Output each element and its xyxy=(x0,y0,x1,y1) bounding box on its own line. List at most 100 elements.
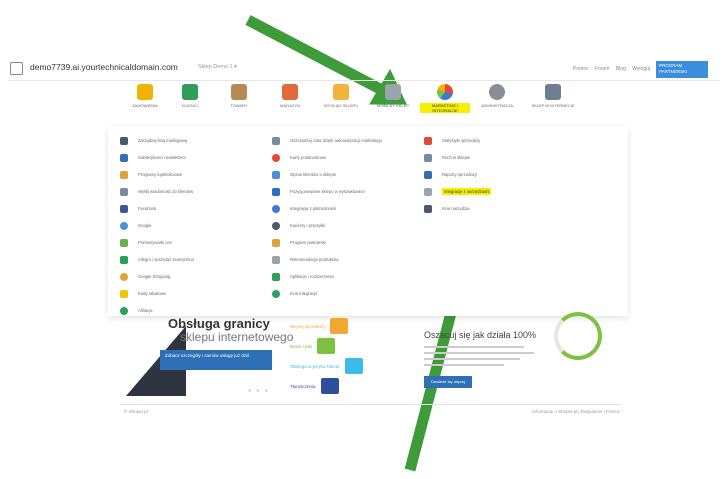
top-bar: demo7739.ai.yourtechnicaldomain.com Skle… xyxy=(8,58,720,81)
menu-item-icon xyxy=(272,238,280,247)
menu-item-icon xyxy=(272,255,280,264)
promo-button[interactable]: Dowiedz się więcej xyxy=(424,376,472,388)
menu-item[interactable]: Kody rabatowe xyxy=(120,285,270,302)
menu-item[interactable]: Aplikacje i rozszerzenia xyxy=(272,268,422,285)
partner-program-button[interactable]: PROGRAM PARTNERSKI xyxy=(656,61,708,78)
menu-item-icon xyxy=(272,170,280,179)
menu-item-icon xyxy=(272,204,280,213)
forum-link[interactable]: Forum xyxy=(595,66,609,72)
pencil-icon xyxy=(333,84,349,100)
menu-item[interactable]: Ruch w sklepie xyxy=(424,149,614,166)
menu-item[interactable]: Oszczędzaj czas dzięki automatyzacji mar… xyxy=(272,132,422,149)
menu-item-icon xyxy=(272,136,280,145)
menu-item-icon xyxy=(424,170,432,179)
google-icon xyxy=(120,221,128,230)
menu-item-icon xyxy=(120,170,128,179)
gear-icon xyxy=(489,84,505,100)
feature-item: Tłumaczenia xyxy=(290,378,339,394)
module-design[interactable]: WYGLĄD SKLEPU xyxy=(316,82,366,108)
feature-icon xyxy=(330,318,349,334)
carousel-dots[interactable]: ● ● ● xyxy=(248,388,270,394)
menu-item-icon xyxy=(120,238,128,247)
menu-item[interactable]: Wyślij wiadomość do klientów xyxy=(120,183,270,200)
text-line xyxy=(424,364,504,366)
monitor-icon xyxy=(545,84,561,100)
module-mobile[interactable]: MOBILNY SKLEP xyxy=(368,82,418,108)
store-url[interactable]: demo7739.ai.yourtechnicaldomain.com xyxy=(30,62,178,72)
menu-column-1: Zarządzaj listą mailingową Subskrybenci … xyxy=(120,132,270,319)
orders-icon xyxy=(137,84,153,100)
text-line xyxy=(424,358,520,360)
promo-title: Oszacuj się jak działa 100% xyxy=(424,330,537,340)
menu-item-icon xyxy=(272,221,280,230)
footer-links[interactable]: Informacje o Shoper.pl | Regulamin | Pom… xyxy=(532,409,620,414)
menu-item-icon xyxy=(120,289,128,298)
pie-chart-icon xyxy=(437,84,453,100)
banner-title: Obsługa granicy xyxy=(168,316,270,331)
top-links: Pomoc Forum Blog Wyloguj xyxy=(568,66,650,72)
menu-item[interactable]: Rekomendacje produktów xyxy=(272,251,422,268)
menu-item[interactable]: Allegro i sprzedaż zewnętrzna xyxy=(120,251,270,268)
menu-item-icon xyxy=(272,187,280,196)
menu-column-2: Oszczędzaj czas dzięki automatyzacji mar… xyxy=(272,132,422,302)
menu-item-icon xyxy=(120,272,128,281)
menu-item[interactable]: Program partnerski xyxy=(272,234,422,251)
text-line xyxy=(424,346,524,348)
feature-icon xyxy=(317,338,336,354)
menu-item[interactable]: Subskrybenci newslettera xyxy=(120,149,270,166)
store-icon[interactable] xyxy=(10,62,23,75)
store-select[interactable]: Sklep Demo 1 ▾ xyxy=(198,64,237,70)
text-line xyxy=(424,352,534,354)
module-administration[interactable]: ADMINISTRACJA xyxy=(472,82,522,108)
promo-card: Oszacuj się jak działa 100% Dowiedz się … xyxy=(420,312,610,402)
menu-item[interactable]: Zarządzaj listą mailingową xyxy=(120,132,270,149)
products-icon xyxy=(231,84,247,100)
module-products[interactable]: TOWARY xyxy=(214,82,264,108)
menu-item[interactable]: Programy lojalnościowe xyxy=(120,166,270,183)
module-warehouse[interactable]: MAGAZYN xyxy=(265,82,315,108)
feature-item: Obsługa w języku klienta xyxy=(290,358,363,374)
logout-link[interactable]: Wyloguj xyxy=(632,66,650,72)
customers-icon xyxy=(182,84,198,100)
banner-subtitle: sklepu internetowego xyxy=(180,330,294,344)
module-online-store[interactable]: SKLEP W INTERNECIE xyxy=(528,82,578,108)
menu-item[interactable]: Inne narzędzia xyxy=(424,200,614,217)
menu-item-icon xyxy=(424,187,432,196)
menu-item[interactable]: Google Shopping xyxy=(120,268,270,285)
menu-item-icon xyxy=(120,306,128,315)
menu-item[interactable]: Opinie klientów o sklepie xyxy=(272,166,422,183)
menu-item[interactable]: Statystyki sprzedaży xyxy=(424,132,614,149)
mobile-icon xyxy=(385,84,401,100)
facebook-icon xyxy=(120,204,128,213)
banner-cta-button[interactable]: Zobacz szczegóły i zamów usługę już dziś xyxy=(160,350,272,370)
menu-item-icon xyxy=(272,153,280,162)
menu-column-3: Statystyki sprzedaży Ruch w sklepie Rapo… xyxy=(424,132,614,217)
blog-link[interactable]: Blog xyxy=(616,66,626,72)
feature-icon xyxy=(344,358,363,374)
menu-item[interactable]: Google xyxy=(120,217,270,234)
menu-item[interactable]: Pozycjonowanie sklepu w wyszukiwarce xyxy=(272,183,422,200)
module-orders[interactable]: ZAMÓWIENIA xyxy=(120,82,170,108)
menu-item[interactable]: Karty podarunkowe xyxy=(272,149,422,166)
help-link[interactable]: Pomoc xyxy=(573,66,589,72)
menu-item-icon xyxy=(120,187,128,196)
footer: © Shoper.pl Informacje o Shoper.pl | Reg… xyxy=(120,404,622,419)
menu-item-icon xyxy=(424,136,432,145)
menu-item-icon xyxy=(120,136,128,145)
menu-item[interactable]: Porównywarki cen xyxy=(120,234,270,251)
menu-item[interactable]: Raporty sprzedaży xyxy=(424,166,614,183)
module-customers[interactable]: KLIENCI xyxy=(165,82,215,108)
footer-left[interactable]: © Shoper.pl xyxy=(124,409,148,414)
menu-item[interactable]: Inne integracje xyxy=(272,285,422,302)
menu-item-icon xyxy=(120,153,128,162)
menu-item[interactable]: Integracja z płatnościami xyxy=(272,200,422,217)
module-bar: ZAMÓWIENIA KLIENCI TOWARY MAGAZYN WYGLĄD… xyxy=(120,82,590,126)
progress-ring xyxy=(554,312,602,360)
menu-item-highlighted[interactable]: Integracje z narzędziami xyxy=(424,183,614,200)
menu-item-icon xyxy=(424,204,432,213)
menu-item[interactable]: Facebook xyxy=(120,200,270,217)
menu-item-icon xyxy=(120,255,128,264)
menu-item[interactable]: Kurierzy i przesyłki xyxy=(272,217,422,234)
feature-item: Nowe rynki xyxy=(290,338,336,354)
module-marketing[interactable]: MARKETING I INTEGRACJE xyxy=(420,82,470,113)
